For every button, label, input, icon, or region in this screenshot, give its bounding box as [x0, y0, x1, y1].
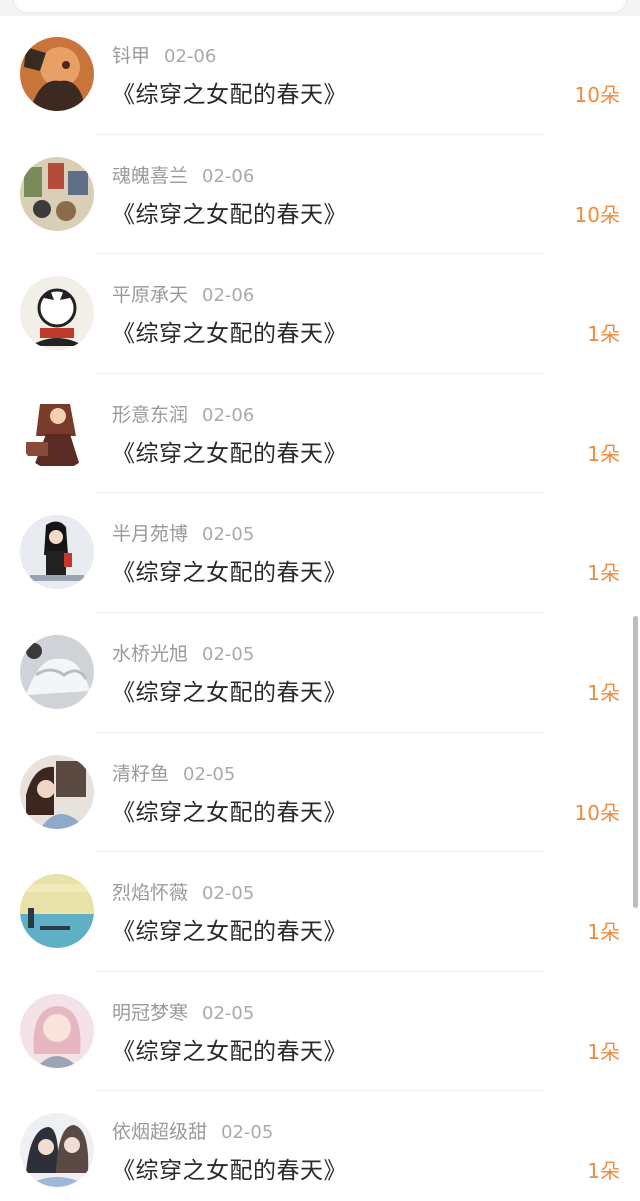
meta-line: 钭甲 02-06 — [112, 41, 216, 69]
meta-line: 清籽鱼 02-05 — [112, 759, 235, 787]
date: 02-05 — [202, 643, 255, 665]
avatar[interactable] — [20, 634, 94, 709]
list-item[interactable]: 依烟超级甜 02-05 《综穿之女配的春天》 1朵 — [0, 1091, 640, 1201]
meta-line: 烈焰怀薇 02-05 — [112, 878, 254, 906]
gift-amount: 1朵 — [587, 680, 620, 705]
username[interactable]: 明冠梦寒 — [112, 1002, 188, 1024]
gift-amount: 10朵 — [574, 83, 620, 107]
username[interactable]: 依烟超级甜 — [112, 1121, 207, 1143]
date: 02-05 — [202, 524, 255, 546]
date: 02-05 — [221, 1122, 274, 1144]
book-title: 《综穿之女配的春天》 — [112, 679, 347, 706]
gift-amount: 1朵 — [587, 920, 620, 945]
meta-line: 平原承天 02-06 — [112, 280, 254, 308]
list-item[interactable]: 魂魄喜兰 02-06 《综穿之女配的春天》 10朵 — [0, 135, 640, 255]
avatar[interactable] — [20, 515, 94, 590]
meta-line: 依烟超级甜 02-05 — [112, 1117, 273, 1145]
date: 02-06 — [164, 46, 217, 67]
gift-amount: 1朵 — [587, 1159, 620, 1184]
list-item[interactable]: 平原承天 02-06 《综穿之女配的春天》 1朵 — [0, 254, 640, 374]
gift-amount: 1朵 — [587, 1039, 620, 1064]
username[interactable]: 水桥光旭 — [112, 643, 188, 665]
list-item[interactable]: 水桥光旭 02-05 《综穿之女配的春天》 1朵 — [0, 613, 640, 733]
meta-line: 魂魄喜兰 02-06 — [112, 161, 254, 189]
scrollbar[interactable] — [633, 616, 638, 908]
avatar[interactable] — [20, 754, 94, 829]
date: 02-06 — [202, 404, 255, 426]
list-item[interactable]: 烈焰怀薇 02-05 《综穿之女配的春天》 1朵 — [0, 852, 640, 972]
date: 02-05 — [183, 763, 236, 785]
list-item[interactable]: 钭甲 02-06 《综穿之女配的春天》 10朵 — [0, 15, 640, 135]
date: 02-05 — [202, 883, 255, 905]
meta-line: 明冠梦寒 02-05 — [112, 998, 254, 1026]
book-title: 《综穿之女配的春天》 — [112, 440, 347, 467]
book-title: 《综穿之女配的春天》 — [112, 321, 347, 348]
avatar[interactable] — [20, 37, 94, 111]
date: 02-05 — [202, 1002, 255, 1024]
avatar[interactable] — [20, 395, 94, 470]
meta-line: 形意东润 02-06 — [112, 400, 254, 428]
list-item[interactable]: 形意东润 02-06 《综穿之女配的春天》 1朵 — [0, 374, 640, 494]
username[interactable]: 钭甲 — [112, 45, 150, 67]
meta-line: 水桥光旭 02-05 — [112, 639, 254, 667]
username[interactable]: 形意东润 — [112, 404, 188, 426]
username[interactable]: 魂魄喜兰 — [112, 165, 188, 187]
book-title: 《综穿之女配的春天》 — [112, 82, 347, 108]
gift-amount: 1朵 — [587, 561, 620, 586]
username[interactable]: 清籽鱼 — [112, 763, 169, 785]
meta-line: 半月苑博 02-05 — [112, 519, 254, 547]
date: 02-06 — [202, 285, 255, 307]
avatar[interactable] — [20, 156, 94, 231]
gift-amount: 10朵 — [574, 800, 620, 825]
date: 02-06 — [202, 165, 255, 187]
list-item[interactable]: 半月苑博 02-05 《综穿之女配的春天》 1朵 — [0, 493, 640, 613]
avatar[interactable] — [20, 1113, 94, 1188]
username[interactable]: 半月苑博 — [112, 523, 188, 545]
list-item[interactable]: 清籽鱼 02-05 《综穿之女配的春天》 10朵 — [0, 733, 640, 853]
book-title: 《综穿之女配的春天》 — [112, 1158, 347, 1185]
username[interactable]: 烈焰怀薇 — [112, 882, 188, 904]
avatar[interactable] — [20, 993, 94, 1068]
username[interactable]: 平原承天 — [112, 284, 188, 306]
gift-amount: 1朵 — [587, 441, 620, 466]
book-title: 《综穿之女配的春天》 — [112, 1038, 347, 1065]
avatar[interactable] — [20, 874, 94, 949]
gift-amount: 1朵 — [587, 322, 620, 347]
avatar[interactable] — [20, 276, 94, 351]
book-title: 《综穿之女配的春天》 — [112, 560, 347, 587]
book-title: 《综穿之女配的春天》 — [112, 799, 347, 826]
book-title: 《综穿之女配的春天》 — [112, 919, 347, 946]
book-title: 《综穿之女配的春天》 — [112, 201, 347, 228]
gift-amount: 10朵 — [574, 202, 620, 227]
gift-list-page: 钭甲 02-06 《综穿之女配的春天》 10朵 魂魄喜兰 02-06 《综穿之女配 — [0, 0, 640, 1201]
list-item[interactable]: 明冠梦寒 02-05 《综穿之女配的春天》 1朵 — [0, 972, 640, 1092]
gift-list: 钭甲 02-06 《综穿之女配的春天》 10朵 魂魄喜兰 02-06 《综穿之女配 — [0, 15, 640, 1201]
top-card-edge — [14, 0, 626, 12]
